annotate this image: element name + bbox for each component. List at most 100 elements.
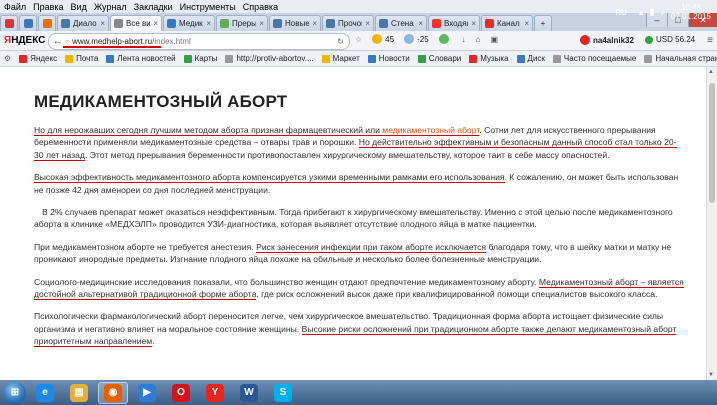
home-icon[interactable]: ⌂ — [476, 35, 481, 44]
tab-close-icon[interactable]: × — [256, 19, 264, 28]
toolbar-widgets: ☆ 45 -25 ↓ ⌂ ▣ — [355, 34, 508, 44]
bookmark-item[interactable]: Часто посещаемые — [552, 54, 636, 63]
mail-widget[interactable]: 45 — [372, 34, 394, 44]
ie-icon[interactable]: e — [30, 382, 60, 404]
bookmark-item[interactable]: Маркет — [321, 54, 360, 63]
weather-value: -25 — [417, 34, 429, 44]
media-player-icon[interactable]: ▶ — [132, 382, 162, 404]
browser-tab[interactable]: Прерыван...× — [216, 15, 268, 31]
bookmark-icon — [19, 54, 28, 63]
browser-tab[interactable] — [0, 15, 18, 31]
browser-tab[interactable]: Стена × — [375, 15, 427, 31]
explorer-icon[interactable]: ▤ — [64, 382, 94, 404]
opera-icon[interactable]: O — [166, 382, 196, 404]
star-icon[interactable]: ☆ — [355, 35, 362, 44]
bookmark-item[interactable]: http://protiv-abortov.... — [225, 54, 314, 63]
medical-abortion-link[interactable]: медикаментозный аборт — [382, 125, 480, 136]
favicon-icon — [379, 19, 388, 28]
bookmark-label: Маркет — [332, 54, 360, 63]
bookmark-item[interactable]: Словари — [417, 54, 461, 63]
download-icon[interactable]: ↓ — [462, 35, 466, 44]
bookmark-item[interactable]: Почта — [65, 54, 98, 63]
scrollbar-thumb[interactable] — [709, 83, 715, 203]
browser-tab[interactable] — [38, 15, 56, 31]
address-bar[interactable]: ← ○ www.medhelp-abort.ru/index.html ↻ — [48, 33, 350, 50]
tab-close-icon[interactable]: × — [521, 19, 529, 28]
new-tab-button[interactable]: + — [534, 15, 552, 31]
bookmark-label: Почта — [76, 54, 99, 63]
yandex-browser-icon[interactable]: Y — [200, 382, 230, 404]
taskbar-glyph: S — [274, 383, 292, 402]
menu-item[interactable]: Правка — [33, 2, 63, 12]
taskbar-glyph: Y — [206, 383, 224, 402]
word-icon[interactable]: W — [234, 382, 264, 404]
tab-close-icon[interactable]: × — [97, 19, 105, 28]
bookmark-icon — [516, 54, 525, 63]
tab-close-icon[interactable]: × — [362, 19, 370, 28]
p1-text-a: Но для нерожавших сегодня лучшим методом… — [34, 125, 383, 136]
scroll-up-icon[interactable]: ▲ — [708, 69, 714, 75]
bookmark-icon — [552, 54, 561, 63]
tab-label: Стена — [391, 19, 414, 28]
browser-tab[interactable]: Медикаме...× — [163, 15, 215, 31]
currency-widget[interactable]: USD 56.24 — [645, 35, 695, 44]
bookmark-item[interactable]: Музыка — [469, 54, 509, 63]
hamburger-menu-icon[interactable]: ≡ — [707, 35, 713, 46]
favicon-icon — [220, 19, 229, 28]
tab-close-icon[interactable]: × — [415, 19, 423, 28]
tab-close-icon[interactable]: × — [309, 19, 317, 28]
usd-rate: USD 56.24 — [656, 35, 696, 44]
bookmarks-settings-icon[interactable]: ⚙ — [4, 54, 11, 63]
page-title: МЕДИКАМЕНТОЗНЫЙ АБОРТ — [34, 92, 288, 111]
volume-icon[interactable]: ♪ — [660, 7, 665, 17]
bookmark-item[interactable]: Карты — [183, 54, 217, 63]
clock-date: 07.01.2015 — [670, 12, 711, 21]
tab-close-icon[interactable]: × — [468, 19, 476, 28]
favicon-icon — [42, 19, 52, 28]
bookmark-label: Начальная страница — [655, 54, 717, 63]
browser-tab[interactable]: Прочойс. ...× — [322, 15, 374, 31]
clock[interactable]: 10:46 07.01.2015 — [671, 3, 711, 21]
language-indicator[interactable]: RU — [615, 8, 627, 17]
browser-tab[interactable]: Канал поль...× — [481, 15, 533, 31]
user-account[interactable]: na4alnik32 — [580, 35, 634, 45]
network-icon[interactable]: ▮ — [650, 7, 655, 18]
menu-item[interactable]: Вид — [71, 2, 87, 12]
tab-close-icon[interactable]: × — [203, 19, 211, 28]
bookmark-icon — [469, 54, 478, 63]
weather-widget[interactable]: -25 — [404, 34, 429, 44]
tab-strip: Диалоги×Все вид...×Медикаме...×Прерыван.… — [0, 13, 717, 31]
bookmark-icon — [225, 54, 234, 63]
skype-icon[interactable]: S — [268, 382, 298, 404]
extension-icon[interactable]: ▣ — [490, 35, 498, 44]
browser-tab[interactable]: Новые ком...× — [269, 15, 321, 31]
tab-close-icon[interactable]: × — [150, 19, 158, 28]
scroll-down-icon[interactable]: ▼ — [708, 372, 714, 378]
traffic-icon[interactable] — [438, 34, 452, 44]
browser-tab[interactable]: Все вид...× — [110, 15, 162, 31]
firefox-icon[interactable]: ◉ — [98, 381, 128, 404]
tray-arrow-icon[interactable]: ▴ — [639, 7, 644, 18]
paragraph-1: Но для нерожавших сегодня лучшим методом… — [34, 124, 684, 161]
bookmark-item[interactable]: Начальная страница — [644, 54, 717, 63]
browser-tab[interactable] — [19, 15, 37, 31]
vertical-scrollbar[interactable]: ▲ ▼ — [706, 67, 717, 380]
menu-item[interactable]: Журнал — [94, 2, 127, 12]
browser-tab[interactable]: Входящие - ...× — [428, 15, 480, 31]
menu-item[interactable]: Справка — [243, 2, 278, 12]
favicon-icon — [485, 19, 494, 28]
browser-tab[interactable]: Диалоги× — [57, 15, 109, 31]
bookmark-label: Музыка — [480, 54, 509, 63]
bookmark-item[interactable]: Новости — [367, 54, 410, 63]
yandex-logo[interactable]: ЯНДЕКС — [4, 35, 45, 46]
bookmark-item[interactable]: Лента новостей — [106, 54, 176, 63]
reload-icon[interactable]: ↻ — [337, 37, 344, 46]
favicon-icon — [61, 19, 70, 28]
menu-item[interactable]: Инструменты — [180, 2, 236, 12]
start-button[interactable]: ⊞ — [4, 381, 26, 404]
bookmark-item[interactable]: Диск — [516, 54, 545, 63]
clock-time: 10:46 — [680, 3, 701, 12]
menu-item[interactable]: Закладки — [134, 2, 173, 12]
menu-item[interactable]: Файл — [4, 2, 26, 12]
bookmark-item[interactable]: Яндекс — [19, 54, 57, 63]
